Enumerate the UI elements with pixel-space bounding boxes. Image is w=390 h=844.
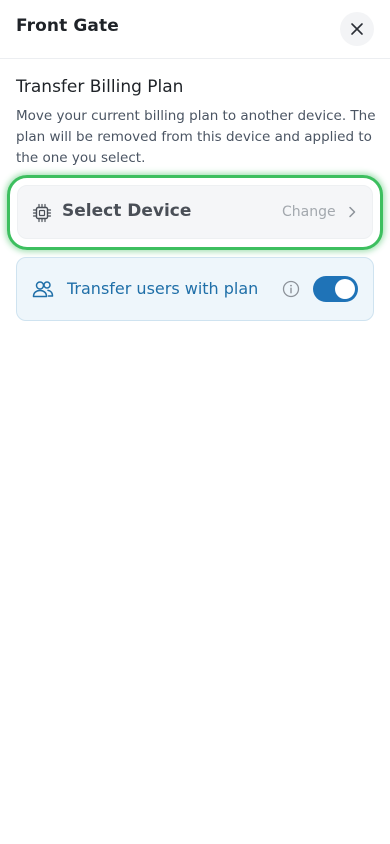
info-icon[interactable] xyxy=(282,280,300,298)
close-icon xyxy=(351,23,363,35)
section-description: Move your current billing plan to anothe… xyxy=(16,108,376,166)
transfer-users-row: Transfer users with plan xyxy=(16,257,374,321)
transfer-users-label: Transfer users with plan xyxy=(67,279,259,298)
chevron-right-icon xyxy=(349,206,356,218)
page-title: Front Gate xyxy=(16,16,119,36)
toggle-knob xyxy=(335,279,355,299)
header: Front Gate xyxy=(0,0,390,59)
close-button[interactable] xyxy=(340,12,374,46)
change-label: Change xyxy=(282,204,336,220)
transfer-users-toggle[interactable] xyxy=(313,276,358,302)
select-device-label: Select Device xyxy=(62,201,192,221)
select-device-button[interactable]: Select Device Change xyxy=(17,185,373,239)
chip-icon xyxy=(32,203,52,223)
users-icon xyxy=(32,281,54,298)
section-title: Transfer Billing Plan xyxy=(16,77,184,97)
